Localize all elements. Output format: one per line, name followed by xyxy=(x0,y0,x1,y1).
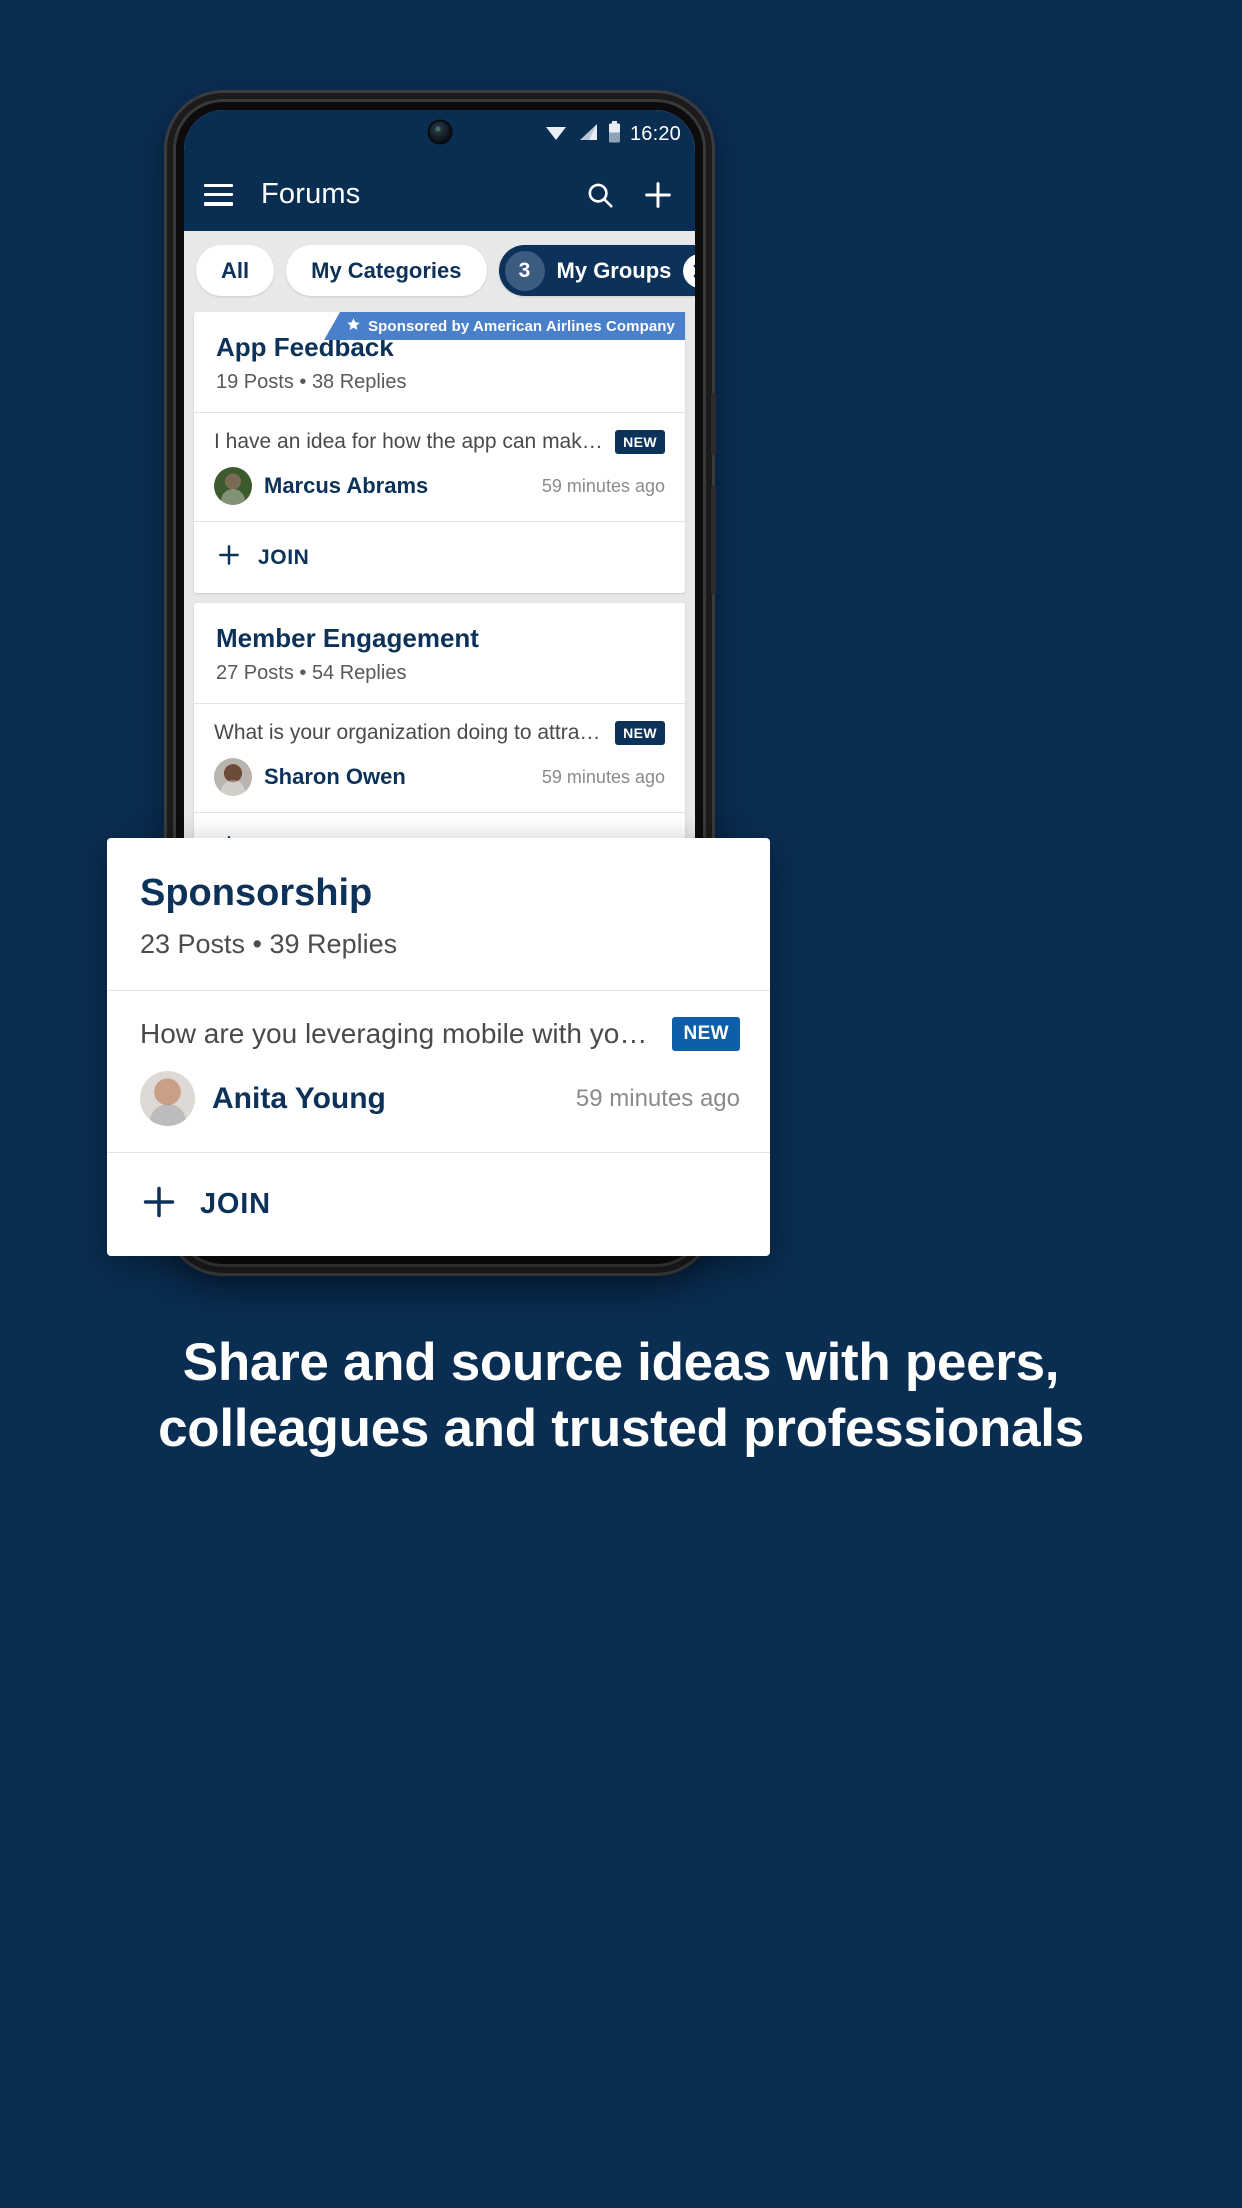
wifi-icon xyxy=(544,123,568,146)
hamburger-menu-icon[interactable] xyxy=(204,183,233,206)
forum-meta: 19 Posts • 38 Replies xyxy=(216,371,407,393)
overlay-author-row: Anita Young 59 minutes ago xyxy=(140,1071,740,1126)
thread-timestamp: 59 minutes ago xyxy=(541,475,665,496)
plus-icon xyxy=(140,1183,178,1226)
battery-icon xyxy=(608,120,621,148)
overlay-thread-title-row: How are you leveraging mobile with your … xyxy=(140,1017,740,1051)
thread-title-row: I have an idea for how the app can make … xyxy=(214,430,665,454)
front-camera xyxy=(429,121,450,143)
chip-my-groups[interactable]: 3 My Groups xyxy=(498,245,695,296)
thread-title: What is your organization doing to attra… xyxy=(214,721,606,744)
signal-icon xyxy=(577,123,599,146)
thread-timestamp: 59 minutes ago xyxy=(575,1084,740,1112)
author-name[interactable]: Anita Young xyxy=(212,1082,386,1116)
thread-preview[interactable]: I have an idea for how the app can make … xyxy=(194,413,685,521)
chip-my-categories[interactable]: My Categories xyxy=(286,245,487,296)
author-name[interactable]: Marcus Abrams xyxy=(264,473,428,499)
forum-title: Member Engagement xyxy=(216,623,479,653)
overlay-card-header: Sponsorship 23 Posts • 39 Replies xyxy=(107,838,770,990)
phone-volume-button xyxy=(711,393,716,455)
join-label: JOIN xyxy=(258,545,310,569)
new-badge: NEW xyxy=(672,1017,740,1051)
chip-badge-count: 3 xyxy=(504,250,545,291)
author-name[interactable]: Sharon Owen xyxy=(264,764,406,790)
avatar xyxy=(140,1071,195,1126)
thread-author-row: Sharon Owen 59 minutes ago xyxy=(214,758,665,796)
join-button[interactable]: JOIN xyxy=(194,522,685,593)
overlay-thread-title: How are you leveraging mobile with your … xyxy=(140,1018,659,1049)
thread-timestamp: 59 minutes ago xyxy=(541,766,665,787)
promo-caption: Share and source ideas with peers, colle… xyxy=(0,1330,1242,1463)
thread-title: I have an idea for how the app can make … xyxy=(214,430,606,453)
avatar xyxy=(214,467,252,505)
card-header: Member Engagement 27 Posts • 54 Replies xyxy=(194,603,685,703)
star-icon xyxy=(346,317,361,336)
page-title: Forums xyxy=(261,178,361,210)
chip-all[interactable]: All xyxy=(196,245,275,296)
promo-screenshot: 16:20 Forums All My Categories 3 My Grou… xyxy=(0,0,1242,2208)
search-icon[interactable] xyxy=(585,180,615,210)
overlay-forum-meta: 23 Posts • 39 Replies xyxy=(140,929,398,959)
thread-title-row: What is your organization doing to attra… xyxy=(214,721,665,745)
overlay-forum-card[interactable]: Sponsorship 23 Posts • 39 Replies How ar… xyxy=(107,838,770,1256)
new-badge: NEW xyxy=(615,721,665,745)
close-circle-icon[interactable] xyxy=(683,253,695,288)
status-bar: 16:20 xyxy=(184,110,695,158)
plus-icon xyxy=(216,542,242,573)
join-label: JOIN xyxy=(200,1188,271,1220)
caption-line-2: colleagues and trusted professionals xyxy=(158,1399,1084,1459)
forum-meta: 27 Posts • 54 Replies xyxy=(216,662,407,684)
avatar xyxy=(214,758,252,796)
forum-card[interactable]: Sponsored by American Airlines Company A… xyxy=(194,312,685,593)
filter-chip-row: All My Categories 3 My Groups xyxy=(184,231,695,312)
sponsored-label: Sponsored by American Airlines Company xyxy=(368,317,675,335)
status-clock: 16:20 xyxy=(629,122,681,145)
add-post-button[interactable] xyxy=(641,178,675,212)
phone-power-button xyxy=(711,485,716,595)
new-badge: NEW xyxy=(615,430,665,454)
chip-my-groups-label: My Groups xyxy=(556,257,672,283)
sponsored-ribbon: Sponsored by American Airlines Company xyxy=(324,312,685,340)
caption-line-1: Share and source ideas with peers, xyxy=(182,1333,1060,1392)
overlay-thread-preview[interactable]: How are you leveraging mobile with your … xyxy=(107,991,770,1152)
thread-preview[interactable]: What is your organization doing to attra… xyxy=(194,704,685,812)
overlay-forum-title: Sponsorship xyxy=(140,872,373,914)
app-bar: Forums xyxy=(184,158,695,231)
overlay-join-button[interactable]: JOIN xyxy=(107,1153,770,1256)
thread-author-row: Marcus Abrams 59 minutes ago xyxy=(214,467,665,505)
